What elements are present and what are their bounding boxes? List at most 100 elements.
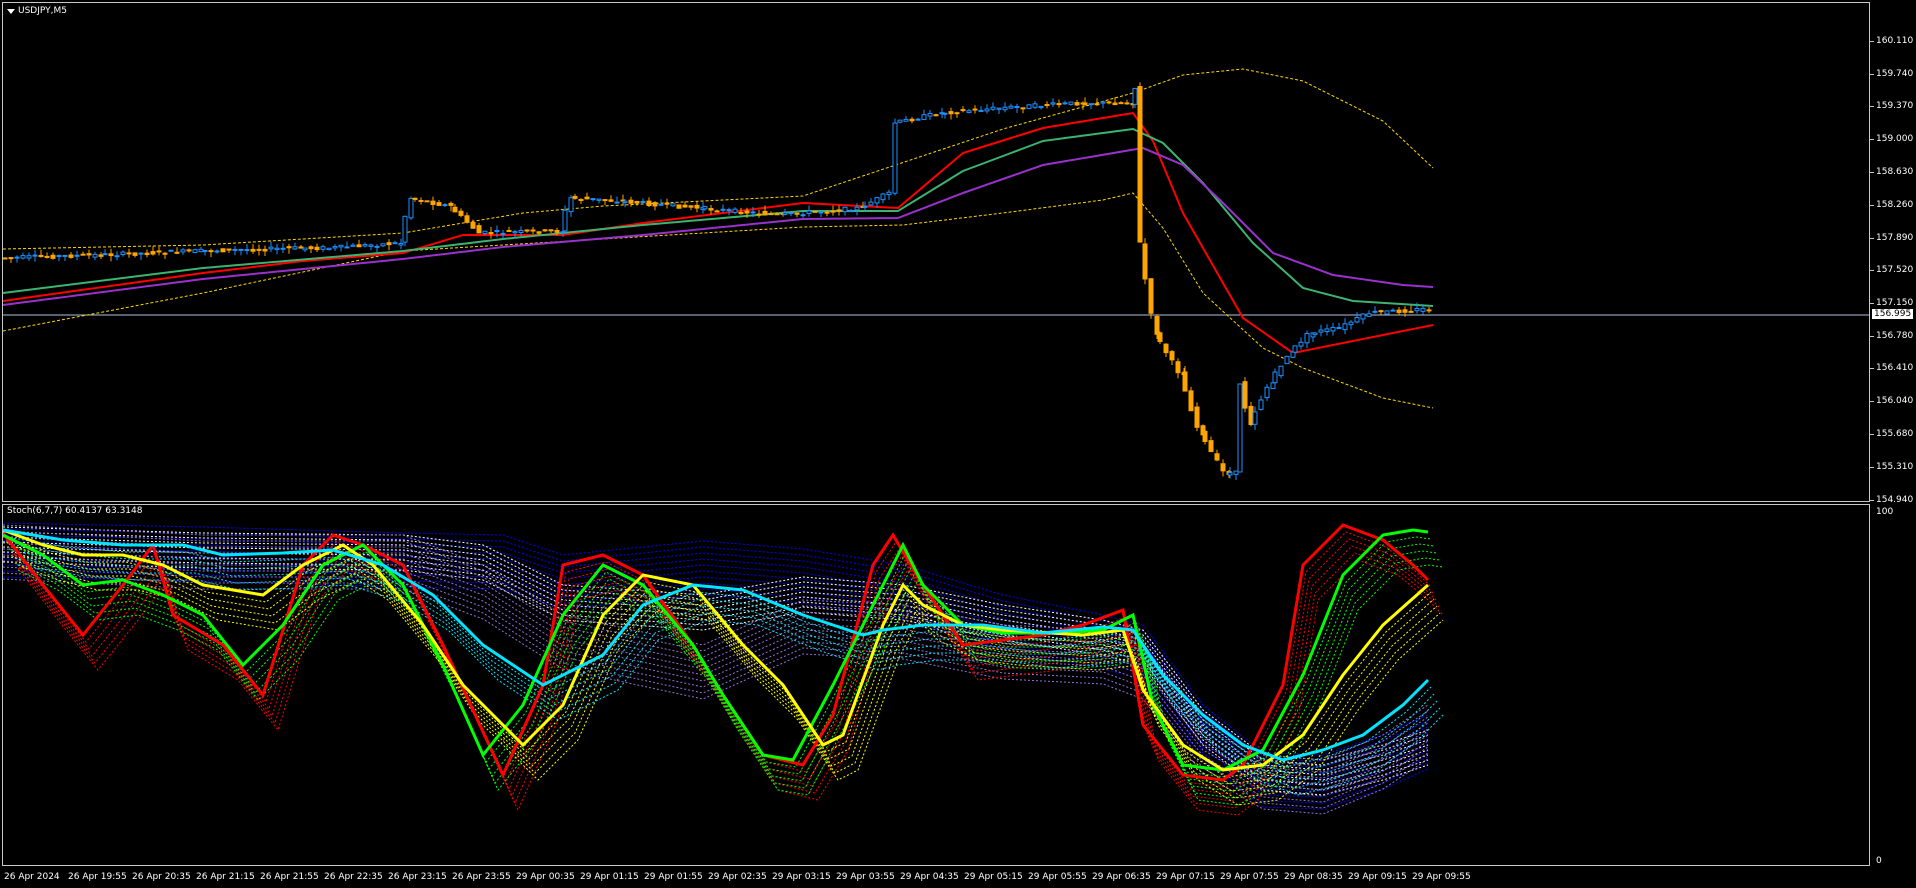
candle-body bbox=[830, 210, 836, 213]
price-tick-label: 159.740 bbox=[1876, 69, 1914, 79]
price-tick-mark bbox=[1870, 401, 1874, 402]
candle-body bbox=[1284, 355, 1290, 365]
candle-body bbox=[542, 229, 548, 232]
candle-body bbox=[1330, 326, 1336, 332]
ma-purple bbox=[3, 146, 1434, 306]
time-tick-label: 29 Apr 07:15 bbox=[1156, 872, 1215, 882]
stochastic-pane[interactable]: Stoch(6,7,7) 60.4137 63.3148 bbox=[2, 504, 1870, 866]
candle-body bbox=[915, 118, 921, 121]
stochastic-canvas[interactable] bbox=[3, 505, 1869, 865]
candle-body bbox=[762, 210, 768, 216]
candle-body bbox=[560, 231, 566, 234]
candle-body bbox=[14, 256, 20, 259]
candle-body bbox=[978, 109, 984, 112]
price-tick-mark bbox=[1870, 336, 1874, 337]
time-tick-label: 29 Apr 03:55 bbox=[836, 872, 895, 882]
candle-body bbox=[1068, 101, 1074, 105]
candle-body bbox=[126, 252, 132, 255]
time-tick-label: 29 Apr 06:35 bbox=[1092, 872, 1151, 882]
candle-body bbox=[1304, 332, 1310, 344]
candle-body bbox=[909, 118, 915, 122]
candle-body bbox=[430, 200, 436, 205]
candle-body bbox=[448, 202, 454, 206]
stoch-fan-line bbox=[3, 556, 1429, 791]
candle-body bbox=[1044, 104, 1050, 107]
candle-body bbox=[102, 253, 108, 256]
candle-body bbox=[180, 249, 186, 253]
price-tick-label: 155.680 bbox=[1876, 429, 1914, 439]
price-tick-mark bbox=[1870, 139, 1874, 140]
time-tick-label: 26 Apr 21:15 bbox=[196, 872, 255, 882]
candle-body bbox=[1142, 243, 1148, 280]
candle-body bbox=[344, 246, 350, 249]
candle-body bbox=[714, 210, 720, 213]
price-tick-label: 159.000 bbox=[1876, 134, 1914, 144]
candle-body bbox=[1118, 102, 1124, 105]
candle-body bbox=[1272, 371, 1278, 384]
candle-body bbox=[1020, 107, 1026, 110]
candle-body bbox=[1106, 101, 1112, 104]
candle-body bbox=[1094, 103, 1100, 106]
dropdown-triangle-icon[interactable] bbox=[7, 8, 15, 14]
candle-body bbox=[186, 249, 192, 252]
candle-body bbox=[1148, 278, 1154, 314]
candle-body bbox=[880, 193, 886, 201]
candle-body bbox=[862, 205, 868, 208]
candle-body bbox=[1008, 105, 1014, 109]
stoch-fan-line bbox=[8, 543, 1435, 775]
price-tick-label: 156.410 bbox=[1876, 363, 1914, 373]
stoch-scale-top: 100 bbox=[1876, 507, 1894, 517]
candle-body bbox=[1154, 315, 1160, 335]
candle-body bbox=[500, 232, 506, 235]
candle-body bbox=[1026, 104, 1032, 109]
candle-body bbox=[1202, 430, 1208, 442]
candle-body bbox=[1100, 101, 1106, 104]
candle-body bbox=[818, 211, 824, 214]
price-tick-label: 155.310 bbox=[1876, 462, 1914, 472]
candle-body bbox=[262, 248, 268, 252]
stoch-fan-line bbox=[3, 572, 1429, 809]
candle-body bbox=[280, 247, 286, 250]
candle-body bbox=[960, 109, 966, 112]
price-chart-pane[interactable]: USDJPY,M5 bbox=[2, 2, 1870, 502]
candle-body bbox=[1188, 390, 1194, 412]
price-tick-label: 157.890 bbox=[1876, 233, 1914, 243]
candle-body bbox=[1182, 371, 1188, 392]
candle-body bbox=[298, 246, 304, 249]
time-tick-label: 29 Apr 00:35 bbox=[516, 872, 575, 882]
candle-body bbox=[50, 254, 56, 259]
candle-body bbox=[156, 250, 162, 253]
price-tick-mark bbox=[1870, 303, 1874, 304]
stoch-fan-line bbox=[17, 564, 1444, 796]
candle-body bbox=[38, 254, 44, 258]
candle-body bbox=[168, 249, 174, 252]
candle-body bbox=[226, 248, 232, 251]
candle-body bbox=[1214, 453, 1220, 461]
time-tick-label: 26 Apr 22:35 bbox=[324, 872, 383, 882]
candle-body bbox=[1408, 310, 1414, 313]
candle-body bbox=[903, 118, 909, 122]
price-tick-mark bbox=[1870, 434, 1874, 435]
candle-body bbox=[1426, 309, 1432, 312]
price-tick-mark bbox=[1870, 467, 1874, 468]
candle-body bbox=[966, 110, 972, 113]
price-chart-canvas[interactable] bbox=[3, 3, 1869, 501]
candle-body bbox=[32, 254, 38, 257]
candle-body bbox=[320, 246, 326, 250]
candle-body bbox=[812, 210, 818, 213]
candle-body bbox=[554, 229, 560, 233]
candle-body bbox=[150, 251, 156, 255]
candle-body bbox=[470, 222, 476, 229]
envelope-lower bbox=[3, 192, 1434, 409]
candle-body bbox=[614, 201, 620, 204]
candle-body bbox=[386, 242, 392, 246]
time-tick-label: 29 Apr 09:55 bbox=[1412, 872, 1471, 882]
candle-body bbox=[20, 255, 26, 259]
candle-body bbox=[256, 248, 262, 251]
candle-body bbox=[1233, 470, 1239, 475]
candle-body bbox=[1378, 310, 1384, 313]
candle-body bbox=[1237, 383, 1243, 473]
candle-body bbox=[250, 248, 256, 252]
candle-body bbox=[1157, 332, 1163, 343]
candle-body bbox=[652, 202, 658, 207]
